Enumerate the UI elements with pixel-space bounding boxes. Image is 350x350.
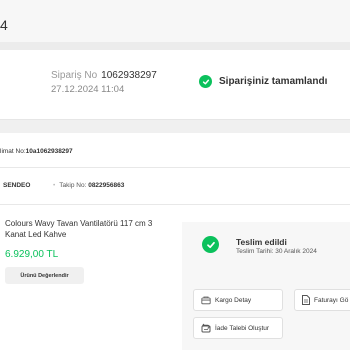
check-circle-icon bbox=[199, 75, 212, 88]
order-number: Sipariş No 1062938297 bbox=[51, 70, 157, 81]
order-number-value: 1062938297 bbox=[101, 70, 157, 81]
cargo-detail-button[interactable]: Kargo Detay bbox=[193, 289, 283, 311]
tracking-label: Takip No: bbox=[59, 182, 87, 189]
section-divider bbox=[0, 42, 350, 50]
delivery-status: Teslim edildi bbox=[236, 237, 287, 247]
order-status: Siparişiniz tamamlandı bbox=[199, 75, 327, 88]
view-invoice-label: Faturayı Gö bbox=[314, 296, 349, 304]
page-title: 4 bbox=[0, 17, 8, 33]
delivery-status-panel: Teslim edildi Teslim Tarihi: 30 Aralık 2… bbox=[182, 222, 350, 350]
product-price: 6.929,00 TL bbox=[5, 249, 59, 260]
section-divider bbox=[0, 120, 350, 133]
bullet-icon: • bbox=[53, 182, 56, 189]
tracking-number[interactable]: • Takip No: 0822956863 bbox=[53, 182, 124, 189]
package-card: limat No:10a1062938297 SENDEO • Takip No:… bbox=[0, 133, 350, 350]
cargo-detail-label: Kargo Detay bbox=[215, 296, 252, 304]
order-date: 27.12.2024 11:04 bbox=[51, 84, 125, 95]
view-invoice-button[interactable]: Faturayı Gö bbox=[294, 289, 350, 311]
create-return-button[interactable]: İade Talebi Oluştur bbox=[193, 317, 283, 339]
truck-icon bbox=[201, 296, 211, 305]
review-product-button[interactable]: Ürünü Değerlendir bbox=[5, 267, 84, 284]
divider bbox=[0, 204, 350, 205]
order-summary-card: Sipariş No 1062938297 27.12.2024 11:04 Si… bbox=[0, 50, 350, 120]
order-number-label: Sipariş No bbox=[51, 70, 98, 81]
instruction-number: limat No:10a1062938297 bbox=[0, 148, 73, 155]
carrier-name: SENDEO bbox=[3, 182, 31, 189]
instruction-value: 10a1062938297 bbox=[25, 148, 73, 155]
product-name[interactable]: Colours Wavy Tavan Vantilatörü 117 cm 3 … bbox=[5, 218, 175, 240]
delivery-date: Teslim Tarihi: 30 Aralık 2024 bbox=[236, 248, 317, 255]
document-icon bbox=[302, 295, 310, 305]
return-icon bbox=[201, 323, 211, 333]
divider bbox=[0, 167, 350, 168]
create-return-label: İade Talebi Oluştur bbox=[215, 324, 270, 332]
order-status-text: Siparişiniz tamamlandı bbox=[219, 76, 328, 87]
check-circle-icon bbox=[202, 236, 219, 253]
instruction-label: limat No: bbox=[0, 148, 26, 155]
tracking-value: 0822956863 bbox=[88, 182, 125, 189]
